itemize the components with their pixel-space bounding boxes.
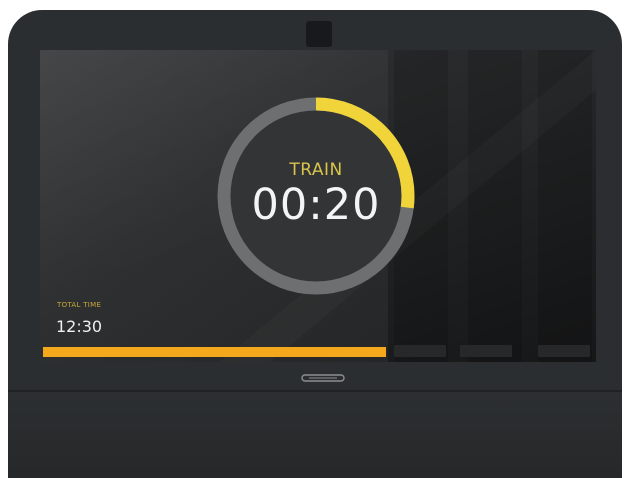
brand-logo-icon <box>301 374 345 382</box>
total-time-label: TOTAL TIME <box>57 301 102 309</box>
side-column <box>538 50 592 362</box>
device-base <box>8 392 622 478</box>
workout-progress-fill <box>43 347 386 357</box>
side-tile[interactable] <box>460 345 512 357</box>
camera-icon <box>306 21 332 47</box>
total-time-value: 12:30 <box>56 317 103 336</box>
countdown-time: 00:20 <box>251 180 381 230</box>
device-stage: TRAIN 00:20 TOTAL TIME 12:30 <box>0 0 629 478</box>
side-panel <box>388 50 596 362</box>
side-tile[interactable] <box>538 345 590 357</box>
workout-progress-bar <box>43 347 386 357</box>
side-column <box>468 50 522 362</box>
phase-label: TRAIN <box>289 160 343 180</box>
side-tile[interactable] <box>394 345 446 357</box>
